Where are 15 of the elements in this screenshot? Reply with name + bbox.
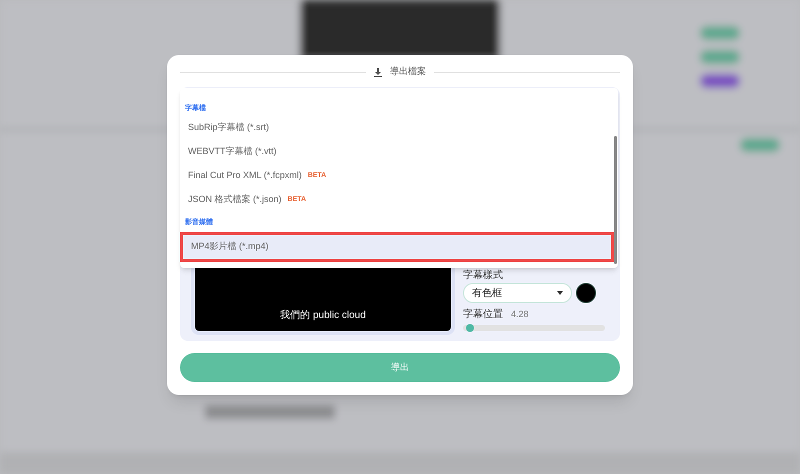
position-label: 字幕位置 bbox=[463, 308, 503, 322]
style-select[interactable]: 有色框 bbox=[463, 283, 572, 303]
menu-item[interactable]: SubRip字幕檔 (*.srt) bbox=[180, 116, 614, 140]
menu-item[interactable]: MP4影片檔 (*.mp4) bbox=[180, 232, 614, 262]
slider-thumb[interactable] bbox=[466, 324, 474, 332]
subtitle-caption: 我們的 public cloud bbox=[280, 308, 366, 323]
position-value: 4.28 bbox=[511, 308, 529, 321]
style-label: 字幕樣式 bbox=[463, 270, 504, 281]
position-slider[interactable] bbox=[463, 325, 605, 331]
color-swatch[interactable] bbox=[576, 283, 596, 303]
caret-icon bbox=[557, 291, 563, 295]
scrollbar-thumb[interactable] bbox=[614, 136, 617, 264]
download-icon bbox=[374, 68, 382, 76]
dialog-title: 導出檔案 bbox=[390, 65, 426, 78]
menu-item[interactable]: WEBVTT字幕檔 (*.vtt) bbox=[180, 140, 614, 164]
